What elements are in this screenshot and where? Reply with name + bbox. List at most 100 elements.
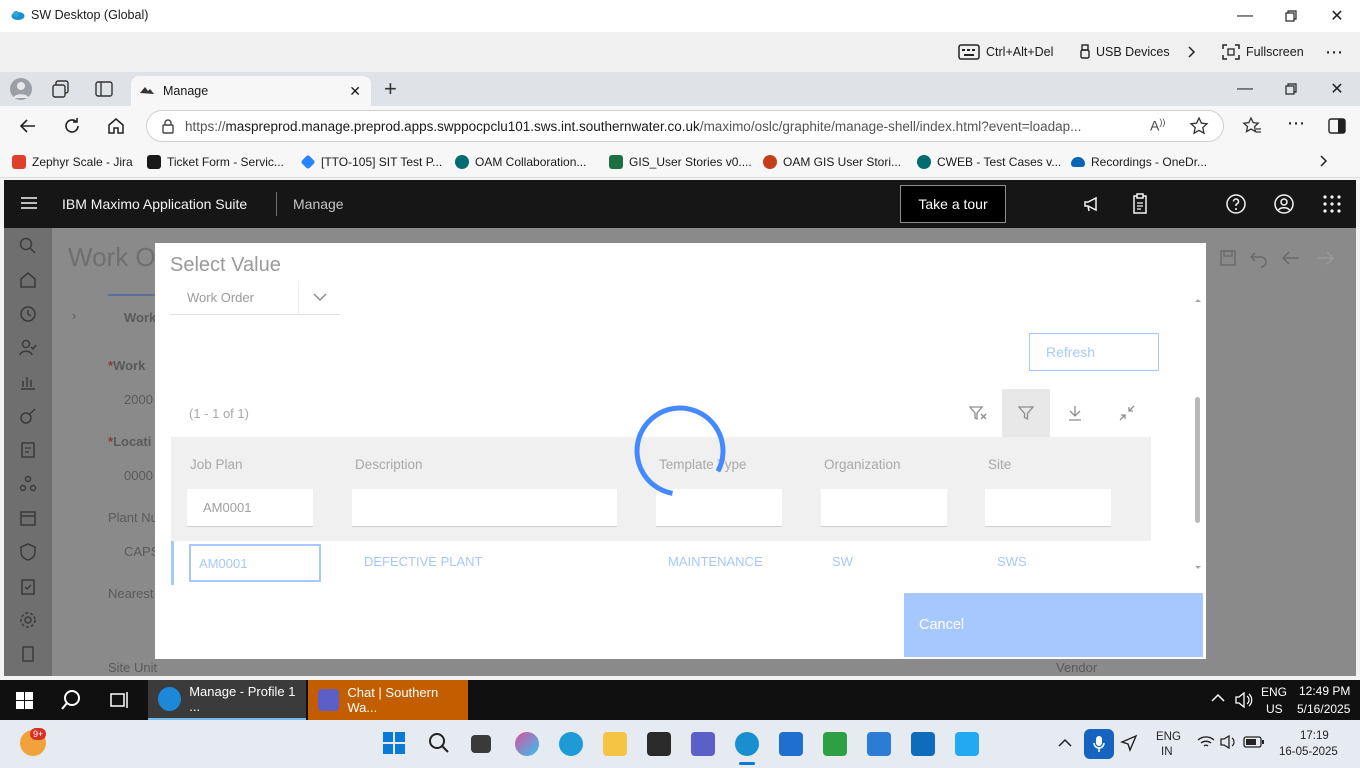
task-view-icon[interactable] — [471, 735, 491, 753]
app-switcher-icon[interactable] — [1320, 192, 1344, 216]
task-view-icon[interactable] — [110, 691, 130, 709]
calendar-icon[interactable] — [18, 508, 38, 528]
copilot-sidebar-icon[interactable] — [1328, 118, 1346, 134]
volume-icon[interactable] — [1220, 735, 1238, 749]
tools-icon[interactable] — [18, 406, 38, 426]
chevron-up-icon[interactable] — [1211, 693, 1225, 703]
filter-input-site[interactable] — [985, 489, 1111, 527]
windows-start-icon[interactable] — [383, 732, 405, 754]
profile-avatar-icon[interactable] — [10, 78, 32, 100]
reports-icon[interactable] — [18, 372, 38, 392]
browser-close-button[interactable]: ✕ — [1314, 72, 1360, 106]
tab-manage[interactable]: Manage ✕ — [131, 76, 371, 106]
vscode-icon[interactable] — [955, 732, 979, 756]
clock-date[interactable]: 16-05-2025 — [1279, 746, 1338, 758]
location-arrow-icon[interactable] — [1120, 734, 1138, 752]
collapse-icon[interactable] — [1103, 389, 1151, 437]
hamburger-menu-icon[interactable] — [20, 196, 38, 210]
browser-menu-icon[interactable]: ⋯ — [1287, 113, 1305, 134]
usb-devices-button[interactable]: USB Devices — [1080, 32, 1170, 72]
previous-arrow-icon[interactable] — [1280, 248, 1302, 268]
clipboard-icon[interactable] — [1128, 192, 1152, 216]
cancel-button[interactable]: Cancel — [904, 593, 1203, 657]
battery-icon[interactable] — [1243, 735, 1265, 749]
fullscreen-button[interactable]: Fullscreen — [1222, 32, 1304, 72]
copilot-icon[interactable] — [515, 732, 539, 756]
filter-input-job-plan[interactable]: AM0001 — [187, 489, 313, 527]
bookmark-item[interactable]: GIS_User Stories v0.... — [609, 152, 752, 172]
history-icon[interactable] — [18, 304, 38, 324]
language-code[interactable]: ENG — [1156, 731, 1181, 743]
back-arrow-icon[interactable] — [18, 116, 38, 136]
download-icon[interactable] — [1051, 389, 1099, 437]
bookmark-item[interactable]: CWEB - Test Cases v... — [917, 152, 1061, 172]
column-header-job-plan[interactable]: Job Plan — [190, 457, 243, 472]
clock-date[interactable]: 5/16/2025 — [1297, 702, 1350, 716]
clock-time[interactable]: 17:19 — [1300, 730, 1329, 742]
file-explorer-icon[interactable] — [603, 732, 627, 756]
shield-icon[interactable] — [18, 542, 38, 562]
bookmark-item[interactable]: Ticket Form - Servic... — [147, 152, 284, 172]
volume-icon[interactable] — [1235, 692, 1253, 708]
ctrl-alt-del-button[interactable]: Ctrl+Alt+Del — [958, 32, 1053, 72]
close-button[interactable]: ✕ — [1314, 0, 1360, 32]
restore-button[interactable] — [1268, 0, 1314, 32]
browser-minimize-button[interactable]: — — [1222, 72, 1268, 106]
media-player-icon[interactable] — [823, 732, 847, 756]
document-icon[interactable] — [18, 644, 38, 664]
save-icon[interactable] — [1218, 248, 1238, 268]
clear-filter-icon[interactable] — [954, 389, 1002, 437]
expand-chevron-icon[interactable]: › — [72, 308, 76, 323]
column-header-description[interactable]: Description — [355, 457, 423, 472]
dialog-scrollbar[interactable] — [1194, 299, 1202, 571]
help-icon[interactable] — [1224, 192, 1248, 216]
favorites-icon[interactable] — [1242, 116, 1262, 136]
vertical-tabs-icon[interactable] — [95, 80, 113, 98]
filter-icon[interactable] — [1002, 389, 1050, 437]
workspaces-icon[interactable] — [52, 80, 70, 98]
close-tab-icon[interactable]: ✕ — [349, 83, 361, 100]
edge-icon[interactable] — [559, 732, 583, 756]
language-region[interactable]: IN — [1161, 746, 1173, 758]
sticky-notes-icon[interactable] — [647, 732, 671, 756]
outlook-icon[interactable] — [911, 732, 935, 756]
favorite-star-icon[interactable] — [1189, 116, 1209, 136]
column-header-organization[interactable]: Organization — [824, 457, 901, 472]
taskbar-app-teams[interactable]: Chat | Southern Wa... — [308, 680, 468, 720]
language-code[interactable]: ENG — [1261, 685, 1287, 699]
search-icon[interactable] — [428, 732, 450, 754]
taskbar-app-edge[interactable]: Manage - Profile 1 ... — [148, 680, 306, 720]
home-icon[interactable] — [106, 116, 126, 136]
microphone-icon[interactable] — [1084, 729, 1114, 759]
chevron-right-icon[interactable] — [1318, 154, 1328, 168]
settings-icon[interactable] — [18, 610, 38, 630]
refresh-icon[interactable] — [62, 116, 82, 136]
browser-restore-button[interactable] — [1268, 72, 1314, 106]
refresh-button[interactable]: Refresh — [1029, 333, 1159, 371]
bookmark-item[interactable]: OAM GIS User Stori... — [763, 152, 901, 172]
bookmark-item[interactable]: Recordings - OneDr... — [1071, 152, 1207, 172]
object-type-dropdown[interactable]: Work Order — [170, 280, 340, 315]
table-row[interactable]: AM0001 DEFECTIVE PLANT MAINTENANCE SW SW… — [171, 541, 1151, 585]
announcement-icon[interactable] — [1080, 192, 1104, 216]
take-a-tour-button[interactable]: Take a tour — [900, 185, 1006, 223]
inspection-icon[interactable] — [18, 440, 38, 460]
next-arrow-icon[interactable] — [1314, 248, 1336, 268]
undo-icon[interactable] — [1248, 248, 1270, 268]
wifi-icon[interactable] — [1197, 735, 1215, 749]
cell-job-plan[interactable]: AM0001 — [189, 544, 321, 582]
windows-start-icon[interactable] — [16, 692, 33, 709]
language-region[interactable]: US — [1266, 702, 1283, 716]
bookmark-item[interactable]: [TTO-105] SIT Test P... — [300, 152, 442, 172]
column-header-site[interactable]: Site — [988, 457, 1011, 472]
more-options-icon[interactable]: ⋯ — [1325, 32, 1343, 72]
remote-desktop-icon[interactable] — [735, 732, 759, 756]
new-tab-icon[interactable]: + — [384, 76, 397, 102]
network-icon[interactable] — [18, 474, 38, 494]
search-icon[interactable] — [18, 236, 38, 256]
teams-icon[interactable] — [691, 732, 715, 756]
clock-time[interactable]: 12:49 PM — [1299, 684, 1350, 698]
url-bar[interactable]: https://maspreprod.manage.preprod.apps.s… — [146, 110, 1224, 142]
person-icon[interactable] — [18, 338, 38, 358]
filter-input-description[interactable] — [352, 489, 617, 527]
